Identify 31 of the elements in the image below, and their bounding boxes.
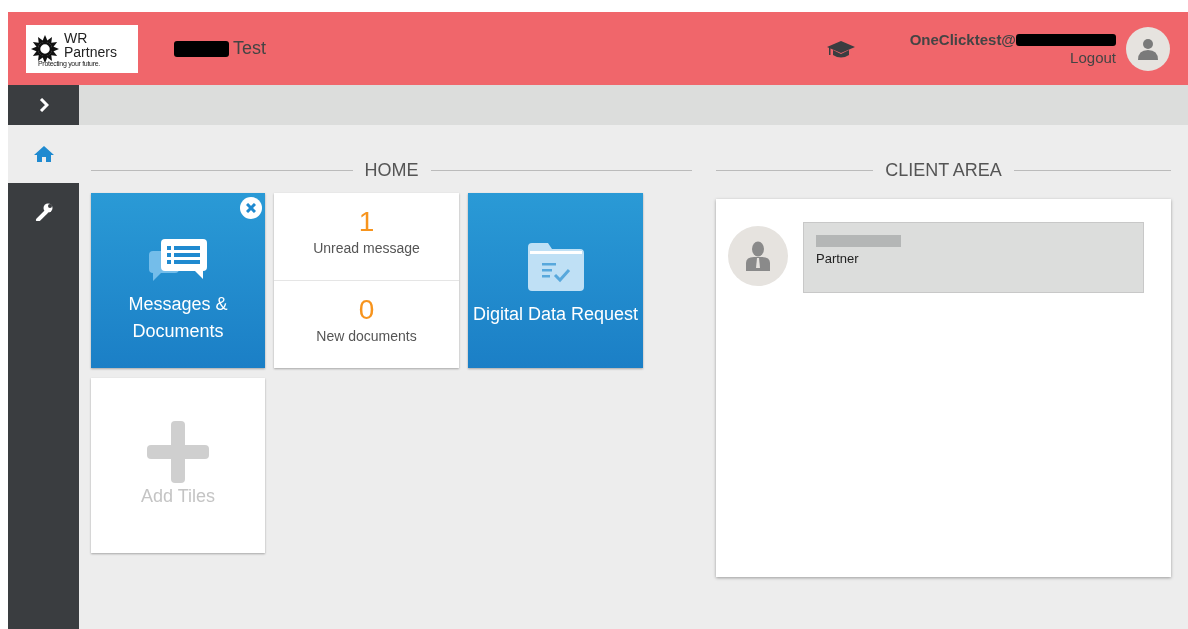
- tile-label: Digital Data Request: [472, 303, 639, 327]
- user-icon: [1138, 37, 1158, 60]
- graduation-cap-icon: [826, 38, 855, 59]
- count: 0: [358, 295, 375, 326]
- person-icon: [746, 241, 770, 271]
- home-icon: [33, 145, 54, 163]
- logo-text: Partners: [64, 44, 117, 59]
- close-icon: [246, 203, 256, 213]
- tile-label: Messages & Documents: [127, 293, 229, 343]
- close-button[interactable]: [240, 197, 262, 219]
- sidebar-toggle[interactable]: [8, 85, 79, 125]
- section-heading: HOME: [364, 159, 419, 182]
- user-avatar[interactable]: [1126, 26, 1170, 71]
- tile-label: Add Tiles: [140, 485, 215, 508]
- folder-icon: [527, 243, 584, 292]
- page-title: Test: [233, 37, 266, 60]
- messages-tile[interactable]: Messages & Documents: [91, 193, 265, 368]
- stat-label: Unread message: [313, 238, 420, 258]
- logout-link[interactable]: Logout: [1070, 48, 1116, 67]
- chevron-right-icon: [38, 98, 49, 112]
- stat-label: New documents: [316, 326, 417, 346]
- section-heading: CLIENT AREA: [885, 159, 1002, 182]
- user-email: OneClicktest@: [909, 30, 1016, 49]
- chat-icon: [149, 237, 207, 282]
- contact-panel[interactable]: Partner: [803, 222, 1144, 293]
- digital-data-tile[interactable]: Digital Data Request: [468, 193, 643, 368]
- count: 1: [358, 207, 375, 238]
- plus-icon: [147, 421, 209, 483]
- contact-role: Partner: [816, 250, 860, 268]
- wrench-icon: [34, 203, 53, 221]
- logo-text: WR: [64, 30, 89, 45]
